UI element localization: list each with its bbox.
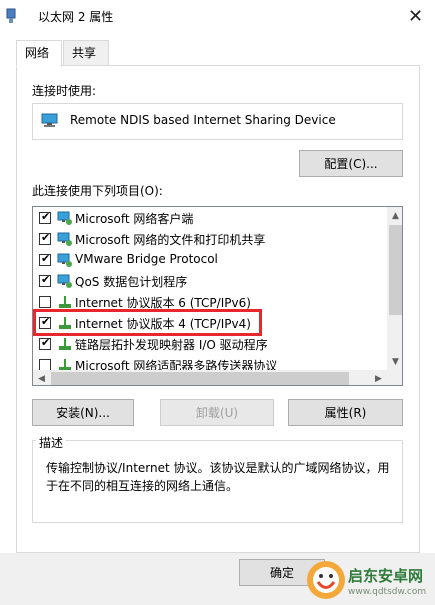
- tab-sharing[interactable]: 共享: [63, 40, 109, 66]
- network-service-icon: [57, 253, 72, 267]
- description-title: 描述: [36, 434, 67, 451]
- device-name: Remote NDIS based Internet Sharing Devic…: [70, 113, 336, 127]
- components-label: 此连接使用下列项目(O):: [32, 184, 163, 198]
- checkbox[interactable]: ✔: [39, 231, 51, 245]
- horizontal-scrollbar[interactable]: ◀ ▶: [33, 370, 387, 385]
- checkmark-icon: ✔: [41, 315, 51, 328]
- protocol-icon: [59, 296, 71, 308]
- list-item-label: Internet 协议版本 6 (TCP/IPv6): [75, 296, 251, 310]
- checkmark-icon: ✔: [41, 231, 51, 244]
- network-adapter-icon: [6, 8, 16, 23]
- uninstall-button[interactable]: 卸载(U): [160, 399, 274, 426]
- window-title: 以太网 2 属性: [38, 10, 114, 24]
- install-button[interactable]: 安装(N)...: [32, 399, 134, 426]
- properties-button[interactable]: 属性(R): [288, 399, 403, 426]
- list-item[interactable]: ✔ 链路层拓扑发现映射器 I/O 驱动程序: [33, 334, 383, 355]
- list-item-label: Microsoft 网络客户端: [75, 212, 194, 226]
- scroll-down-icon[interactable]: ▼: [387, 353, 402, 370]
- checkmark-icon: ✔: [41, 273, 51, 286]
- close-button[interactable]: ✕: [396, 0, 435, 32]
- checkmark-icon: ✔: [41, 210, 51, 223]
- watermark-text: 启东安卓网: [348, 567, 424, 585]
- components-list[interactable]: Microsoft 网络适配器多路传送器协议 ✔ 链路层拓扑发现映射器 I/O 驱动…: [32, 206, 403, 386]
- network-service-icon: [57, 274, 72, 288]
- list-item-label: VMware Bridge Protocol: [75, 252, 218, 266]
- checkbox[interactable]: ✔: [39, 315, 51, 329]
- list-item[interactable]: ✔ Microsoft 网络客户端: [33, 208, 383, 229]
- list-item[interactable]: ✔ Internet 协议版本 4 (TCP/IPv4): [33, 313, 383, 334]
- network-adapter-icon: [41, 113, 58, 127]
- vertical-scroll-thumb[interactable]: [389, 225, 402, 315]
- checkbox[interactable]: ✔: [39, 210, 51, 224]
- checkmark-icon: ✔: [41, 336, 51, 349]
- title-bar: 以太网 2 属性 ✕: [0, 0, 435, 32]
- watermark-url: www.qdtsdw.com: [348, 587, 427, 597]
- checkbox[interactable]: ✔: [39, 273, 51, 287]
- close-icon: ✕: [407, 5, 424, 27]
- device-field: Remote NDIS based Internet Sharing Devic…: [32, 103, 403, 140]
- checkbox[interactable]: ✔: [39, 252, 51, 266]
- list-item-label: QoS 数据包计划程序: [75, 275, 188, 289]
- checkbox[interactable]: ✔: [39, 336, 51, 350]
- tab-network[interactable]: 网络: [16, 40, 62, 67]
- description-text: 传输控制协议/Internet 协议。该协议是默认的广域网络协议，用于在不同的相…: [46, 461, 390, 493]
- scroll-up-icon[interactable]: ▲: [387, 207, 402, 224]
- properties-dialog: 以太网 2 属性 ✕ 网络 共享 连接时使用: Remote NDIS base…: [0, 0, 435, 605]
- network-service-icon: [57, 232, 72, 246]
- list-item-label: 链路层拓扑发现映射器 I/O 驱动程序: [75, 338, 268, 352]
- scrollbar-corner: [387, 370, 402, 385]
- list-item[interactable]: Internet 协议版本 6 (TCP/IPv6): [33, 292, 383, 313]
- scroll-left-icon[interactable]: ◀: [33, 370, 50, 385]
- configure-button[interactable]: 配置(C)...: [299, 150, 403, 177]
- protocol-icon: [59, 338, 71, 350]
- checkmark-icon: ✔: [41, 252, 51, 265]
- vertical-scrollbar[interactable]: ▲ ▼: [387, 207, 402, 370]
- checkbox[interactable]: [39, 296, 51, 308]
- list-item[interactable]: ✔ VMware Bridge Protocol: [33, 250, 383, 271]
- list-item[interactable]: ✔ QoS 数据包计划程序: [33, 271, 383, 292]
- connect-using-label: 连接时使用:: [32, 84, 97, 98]
- horizontal-scroll-thumb[interactable]: [51, 372, 349, 385]
- scroll-right-icon[interactable]: ▶: [370, 370, 387, 385]
- list-item[interactable]: ✔ Microsoft 网络的文件和打印机共享: [33, 229, 383, 250]
- list-item-label: Internet 协议版本 4 (TCP/IPv4): [75, 317, 251, 331]
- list-item-label: Microsoft 网络的文件和打印机共享: [75, 233, 266, 247]
- protocol-icon: [59, 317, 71, 329]
- network-client-icon: [57, 211, 72, 225]
